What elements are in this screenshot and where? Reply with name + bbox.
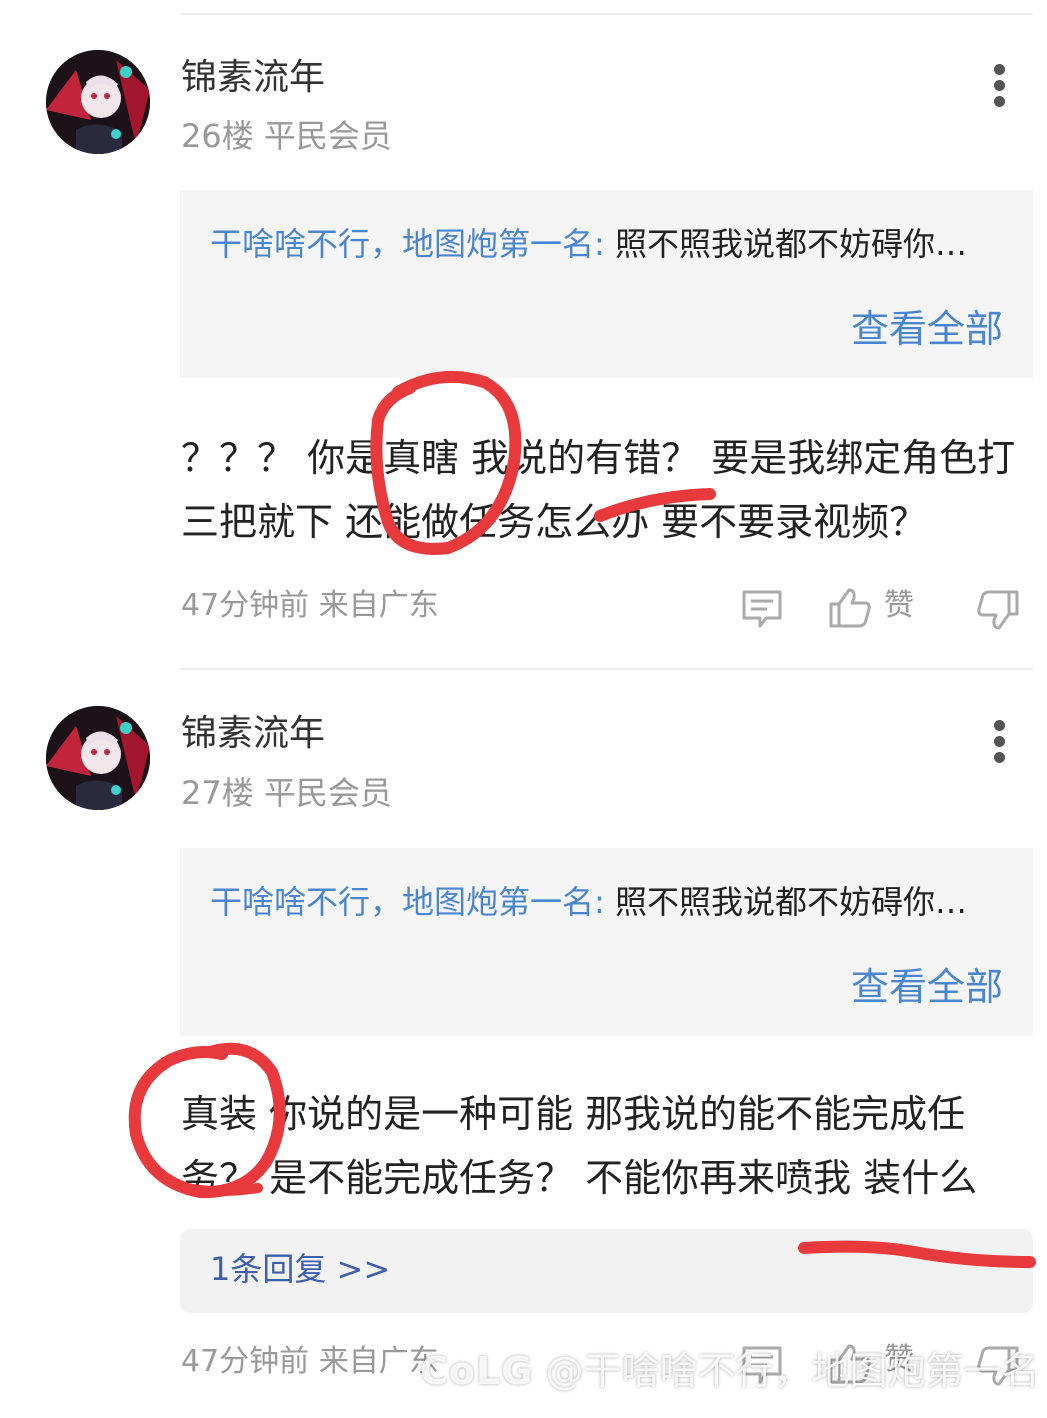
username[interactable]: 锦素流年: [181, 56, 325, 100]
comment-location: 来自广东: [318, 588, 439, 623]
divider: [180, 668, 1033, 670]
replies-count[interactable]: 1条回复 >>: [210, 1249, 390, 1289]
avatar-image: [46, 706, 150, 810]
comment-body: ？？？ 你是真瞎 我说的有错？ 要是我绑定角色打三把就下 还能做任务怎么办 要不…: [181, 436, 1016, 544]
thumbs-up-icon[interactable]: [828, 586, 872, 630]
avatar[interactable]: [46, 706, 150, 810]
member-rank: 平民会员: [263, 774, 392, 812]
watermark: CoLG @干啥啥不行，地图炮第一名: [420, 1348, 1040, 1394]
comment-body: 真装 你说的是一种可能 那我说的能不能完成任务？ 是不能完成任务？ 不能你再来喷…: [181, 1092, 978, 1200]
username[interactable]: 锦素流年: [181, 712, 325, 756]
quote-author-link[interactable]: 干啥啥不行，地图炮第一名:: [210, 883, 605, 921]
quote-line: 干啥啥不行，地图炮第一名: 照不照我说都不妨碍你…: [210, 224, 1016, 264]
like-label[interactable]: 赞: [884, 588, 914, 624]
more-vertical-icon[interactable]: [984, 714, 1016, 770]
quote-line: 干啥啥不行，地图炮第一名: 照不照我说都不妨碍你…: [210, 882, 1016, 922]
thumbs-down-icon[interactable]: [976, 588, 1020, 632]
quote-author-link[interactable]: 干啥啥不行，地图炮第一名:: [210, 225, 605, 263]
quoted-reply: 干啥啥不行，地图炮第一名: 照不照我说都不妨碍你… 查看全部: [180, 848, 1033, 1036]
more-vertical-icon[interactable]: [984, 58, 1016, 114]
reply-comment-icon[interactable]: [740, 588, 784, 630]
view-all-link[interactable]: 查看全部: [851, 306, 1003, 352]
quote-text: 照不照我说都不妨碍你…: [604, 225, 967, 263]
avatar-image: [46, 50, 150, 154]
floor-rank: 26楼 平民会员: [181, 116, 392, 156]
divider: [180, 13, 1033, 15]
floor-rank: 27楼 平民会员: [181, 773, 392, 813]
comment-time: 47分钟前: [181, 588, 310, 623]
comment-thread: 锦素流年 26楼 平民会员 干啥啥不行，地图炮第一名: 照不照我说都不妨碍你… …: [0, 0, 1047, 1418]
floor-number: 26楼: [181, 117, 254, 155]
member-rank: 平民会员: [263, 117, 392, 155]
quote-text: 照不照我说都不妨碍你…: [604, 883, 967, 921]
comment-meta: 47分钟前 来自广东: [181, 588, 439, 624]
replies-link[interactable]: 1条回复 >>: [180, 1229, 1033, 1313]
view-all-link[interactable]: 查看全部: [851, 964, 1003, 1010]
comment-time: 47分钟前: [181, 1344, 310, 1379]
watermark-text: @干啥啥不行，地图炮第一名: [533, 1349, 1040, 1393]
comment-meta: 47分钟前 来自广东: [181, 1344, 439, 1380]
floor-number: 27楼: [181, 774, 254, 812]
quoted-reply: 干啥啥不行，地图炮第一名: 照不照我说都不妨碍你… 查看全部: [180, 190, 1033, 378]
watermark-logo: CoLG: [420, 1349, 534, 1393]
avatar[interactable]: [46, 50, 150, 154]
